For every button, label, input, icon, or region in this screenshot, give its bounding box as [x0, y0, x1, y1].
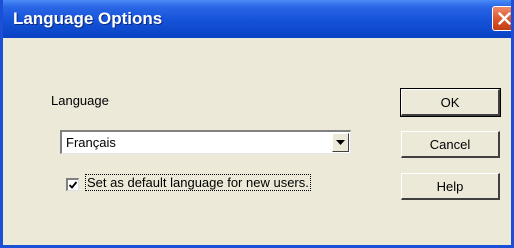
language-label: Language: [51, 93, 109, 108]
window-title: Language Options: [13, 9, 163, 28]
language-options-dialog: Language Options Language Français Set a…: [0, 0, 514, 248]
language-select[interactable]: Français: [60, 130, 351, 154]
cancel-button[interactable]: Cancel: [401, 131, 500, 158]
default-language-checkbox[interactable]: [66, 178, 79, 191]
ok-button[interactable]: OK: [400, 88, 501, 117]
title-bar[interactable]: Language Options: [3, 0, 511, 38]
close-button[interactable]: [492, 6, 511, 31]
default-language-checkbox-label[interactable]: Set as default language for new users.: [85, 174, 311, 191]
close-icon: [498, 12, 511, 25]
language-select-value: Français: [66, 135, 116, 150]
chevron-down-icon: [336, 140, 345, 145]
help-button[interactable]: Help: [401, 173, 500, 200]
checkmark-icon: [68, 181, 78, 189]
dropdown-button[interactable]: [332, 133, 349, 152]
